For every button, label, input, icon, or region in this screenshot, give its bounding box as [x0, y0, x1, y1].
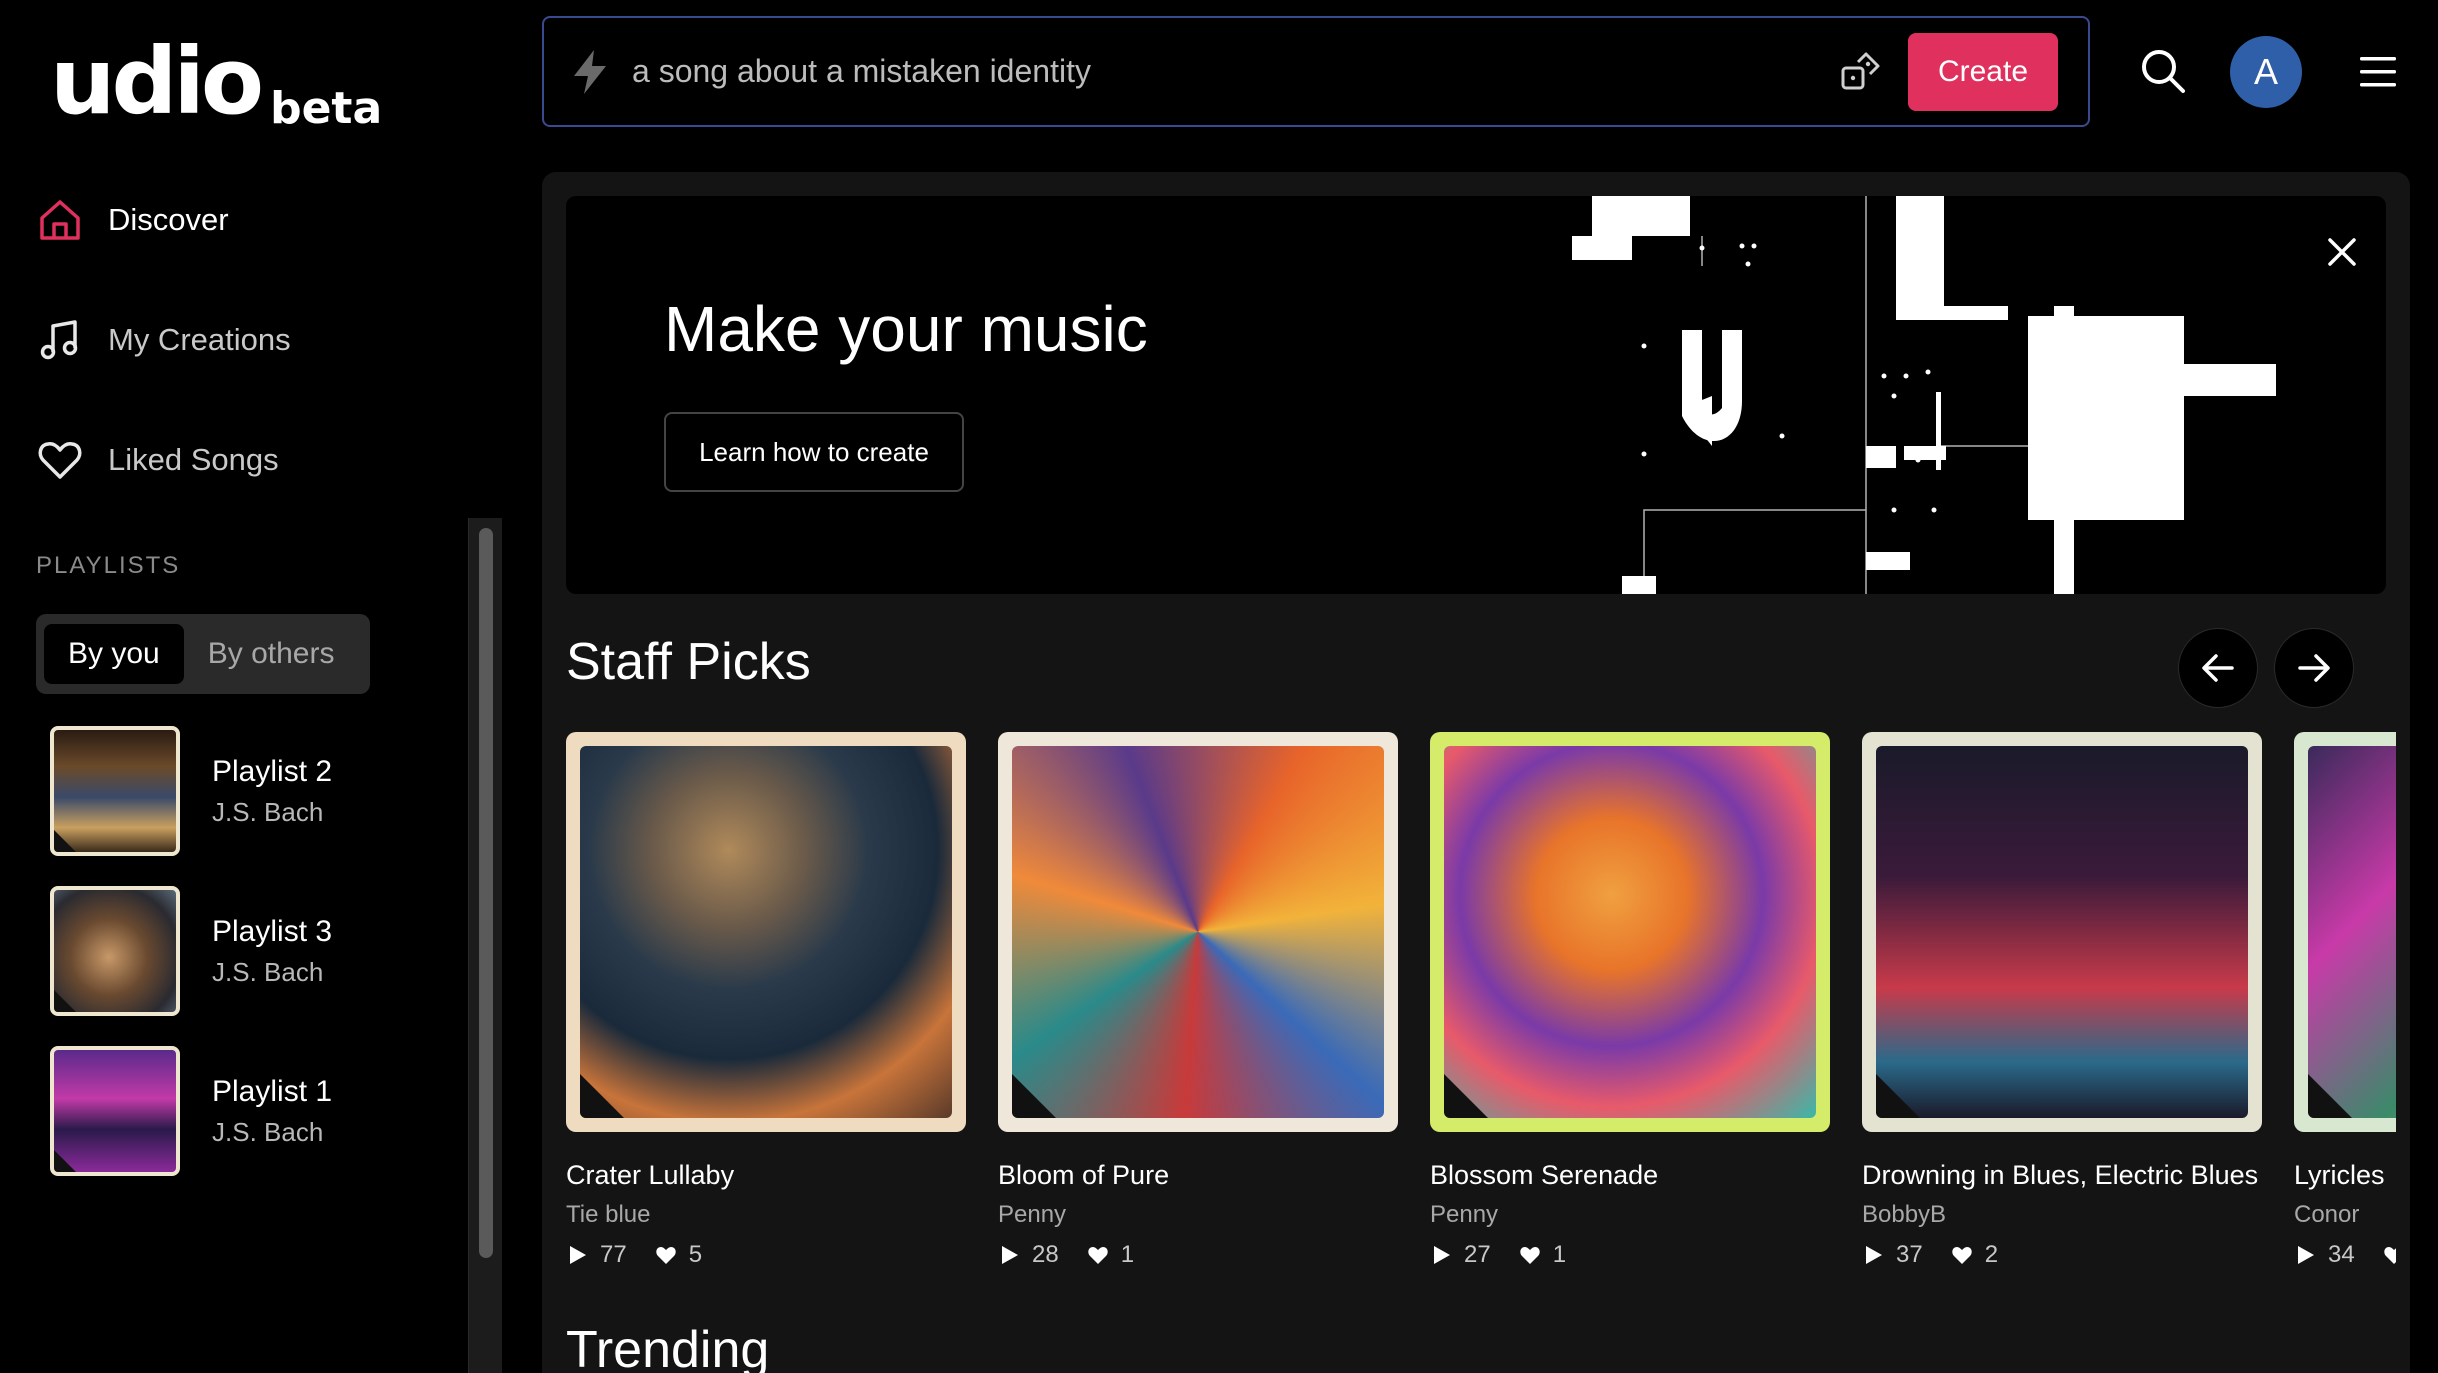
song-title: Drowning in Blues, Electric Blues — [1862, 1160, 2259, 1190]
play-icon — [1434, 1246, 1450, 1264]
nav-liked-songs[interactable]: Liked Songs — [36, 430, 456, 490]
song-stats: 27 1 — [1430, 1241, 1830, 1269]
banner-title: Make your music — [664, 293, 1148, 365]
song-cover — [2294, 732, 2396, 1132]
song-cover — [1862, 732, 2262, 1132]
playlist-owner: J.S. Bach — [212, 956, 324, 987]
playlist-item[interactable]: Playlist 2 J.S. Bach — [50, 724, 450, 858]
close-icon[interactable] — [2322, 232, 2362, 272]
song-artist[interactable]: Conor — [2294, 1201, 2396, 1229]
heart-icon — [1088, 1247, 1108, 1264]
song-stats: 34 — [2294, 1241, 2396, 1269]
heart-icon — [38, 442, 82, 479]
heart-icon — [656, 1247, 676, 1264]
song-artist[interactable]: Penny — [998, 1201, 1398, 1229]
arrow-right-icon — [2298, 654, 2330, 682]
arrow-left-icon — [2202, 654, 2234, 682]
song-artist[interactable]: BobbyB — [1862, 1201, 2262, 1229]
play-count: 37 — [1896, 1241, 1923, 1268]
udio-pixel-art-graphic — [1572, 196, 2276, 594]
play-count: 77 — [600, 1241, 627, 1268]
trending-title: Trending — [566, 1321, 770, 1373]
sidebar-scrollbar[interactable] — [468, 518, 502, 1373]
staff-picks-next-button[interactable] — [2274, 628, 2354, 708]
nav-discover-label: Discover — [108, 202, 229, 237]
song-title: Crater Lullaby — [566, 1160, 735, 1190]
playlist-item[interactable]: Playlist 1 J.S. Bach — [50, 1044, 450, 1178]
playlist-owner: J.S. Bach — [212, 796, 324, 827]
playlists-heading: PLAYLISTS — [36, 552, 181, 579]
song-card[interactable]: Drowning in Blues, Electric Blues BobbyB… — [1862, 732, 2262, 1269]
playlist-name: Playlist 1 — [212, 1074, 333, 1108]
play-icon — [570, 1246, 586, 1264]
play-icon — [2298, 1246, 2314, 1264]
playlist-thumbnail — [50, 726, 180, 856]
song-card[interactable]: Bloom of Pure Penny 28 1 — [998, 732, 1398, 1269]
play-icon — [1002, 1246, 1018, 1264]
staff-picks-title: Staff Picks — [566, 633, 811, 691]
playlist-name: Playlist 2 — [212, 754, 333, 788]
prompt-bar: Create — [542, 16, 2090, 127]
like-count: 2 — [1984, 1241, 1999, 1268]
nav-discover[interactable]: Discover — [36, 190, 456, 250]
learn-how-to-create-button[interactable]: Learn how to create — [664, 412, 964, 492]
nav-liked-songs-label: Liked Songs — [108, 442, 279, 477]
song-cover — [998, 732, 1398, 1132]
like-count: 1 — [1552, 1241, 1567, 1268]
playlist-thumbnail — [50, 886, 180, 1016]
logo-wordmark: udio — [50, 28, 264, 135]
play-count: 27 — [1464, 1241, 1491, 1268]
playlist-list: Playlist 2 J.S. Bach Playlist 3 J.S. Bac… — [50, 724, 450, 1204]
playlist-owner: J.S. Bach — [212, 1116, 324, 1147]
filter-by-you[interactable]: By you — [44, 624, 184, 684]
song-stats: 77 5 — [566, 1241, 966, 1269]
search-icon[interactable] — [2138, 46, 2188, 96]
song-card[interactable]: Blossom Serenade Penny 27 1 — [1430, 732, 1830, 1269]
heart-icon — [1520, 1247, 1540, 1264]
home-icon — [40, 200, 80, 240]
staff-picks-carousel: Crater Lullaby Tie blue 77 5 Bloom of Pu… — [566, 732, 2396, 1332]
udio-logo[interactable]: udio beta — [50, 28, 382, 135]
logo-beta-badge: beta — [270, 83, 383, 134]
nav-my-creations[interactable]: My Creations — [36, 310, 456, 370]
playlist-filter-toggle: By you By others — [36, 614, 370, 694]
song-title: Bloom of Pure — [998, 1160, 1170, 1190]
song-card[interactable]: Crater Lullaby Tie blue 77 5 — [566, 732, 966, 1269]
song-stats: 37 2 — [1862, 1241, 2262, 1269]
main-nav: Discover My Creations Liked Songs — [36, 190, 456, 550]
song-title: Blossom Serenade — [1430, 1160, 1659, 1190]
filter-by-others[interactable]: By others — [184, 624, 359, 684]
staff-picks-prev-button[interactable] — [2178, 628, 2258, 708]
create-button[interactable]: Create — [1908, 32, 2058, 111]
like-count: 1 — [1120, 1241, 1135, 1268]
lightning-icon — [574, 49, 606, 94]
user-avatar[interactable]: A — [2230, 36, 2302, 108]
sidebar-scrollbar-thumb[interactable] — [479, 528, 493, 1258]
song-card[interactable]: Lyricles Conor 34 — [2294, 732, 2396, 1269]
song-stats: 28 1 — [998, 1241, 1398, 1269]
song-prompt-input[interactable] — [632, 53, 1838, 90]
song-artist[interactable]: Tie blue — [566, 1201, 966, 1229]
nav-my-creations-label: My Creations — [108, 322, 291, 357]
discover-panel: Make your music Learn how to create Staf… — [542, 172, 2410, 1373]
make-music-banner: Make your music Learn how to create — [566, 196, 2386, 594]
play-count: 28 — [1032, 1241, 1059, 1268]
play-count: 34 — [2328, 1241, 2355, 1268]
heart-icon — [1952, 1247, 1972, 1264]
playlist-item[interactable]: Playlist 3 J.S. Bach — [50, 884, 450, 1018]
song-cover — [1430, 732, 1830, 1132]
heart-icon — [2384, 1247, 2396, 1264]
random-prompt-icon[interactable] — [1838, 50, 1882, 94]
play-icon — [1866, 1246, 1882, 1264]
hamburger-menu-icon[interactable] — [2358, 54, 2398, 90]
playlist-thumbnail — [50, 1046, 180, 1176]
song-artist[interactable]: Penny — [1430, 1201, 1830, 1229]
sidebar: udio beta Discover My Creations Liked So… — [0, 0, 502, 1373]
song-cover — [566, 732, 966, 1132]
playlist-name: Playlist 3 — [212, 914, 333, 948]
music-note-icon — [40, 320, 78, 360]
like-count: 5 — [688, 1241, 703, 1268]
song-title: Lyricles — [2294, 1160, 2385, 1190]
